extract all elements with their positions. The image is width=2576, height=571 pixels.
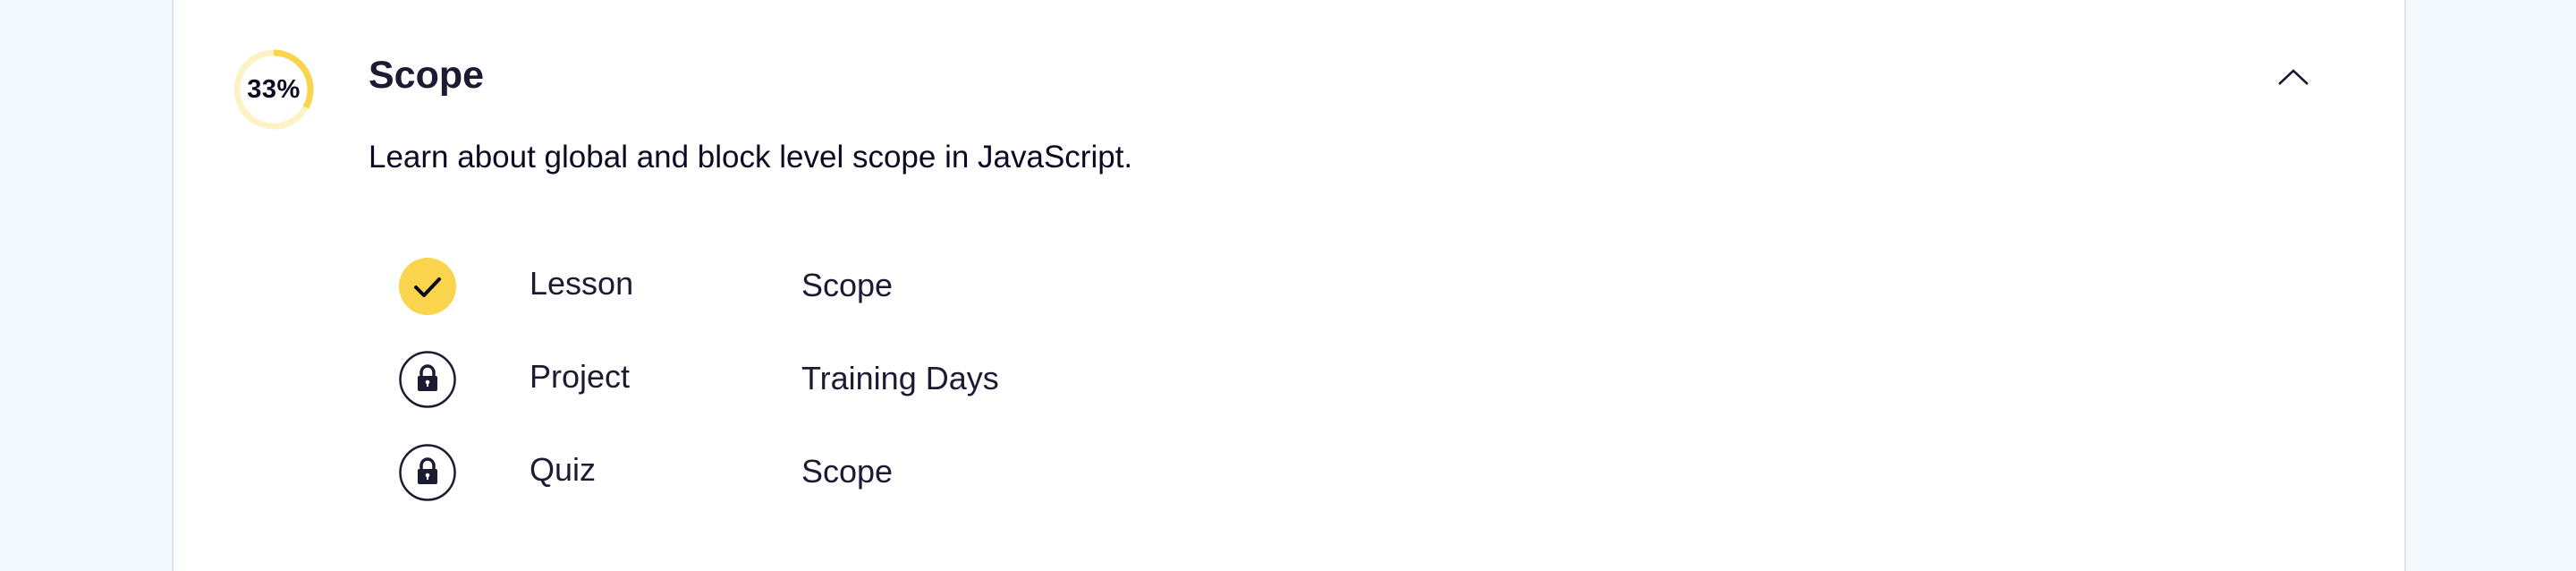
step-item-quiz[interactable]: Quiz Scope <box>399 444 1830 537</box>
course-section-card: 33% Scope Learn about global and block l… <box>172 0 2406 571</box>
section-title[interactable]: Scope <box>369 54 484 98</box>
step-type-label: Lesson <box>530 265 634 302</box>
progress-percentage: 33% <box>247 74 301 104</box>
lock-icon <box>399 351 456 408</box>
step-item-lesson[interactable]: Lesson Scope <box>399 258 1830 351</box>
section-description: Learn about global and block level scope… <box>369 140 1133 175</box>
step-name-link[interactable]: Scope <box>801 267 893 304</box>
step-item-project[interactable]: Project Training Days <box>399 351 1830 444</box>
check-icon <box>399 258 456 315</box>
chevron-up-icon <box>2278 69 2309 85</box>
step-type-label: Quiz <box>530 451 597 488</box>
collapse-section-button[interactable] <box>2272 59 2315 95</box>
section-steps-list: Lesson Scope Project Training Days Quiz … <box>399 258 1830 537</box>
step-name-link[interactable]: Training Days <box>801 360 999 397</box>
step-name-link[interactable]: Scope <box>801 453 893 490</box>
section-progress-ring: 33% <box>233 48 315 131</box>
lock-icon <box>399 444 456 501</box>
step-type-label: Project <box>530 358 631 395</box>
